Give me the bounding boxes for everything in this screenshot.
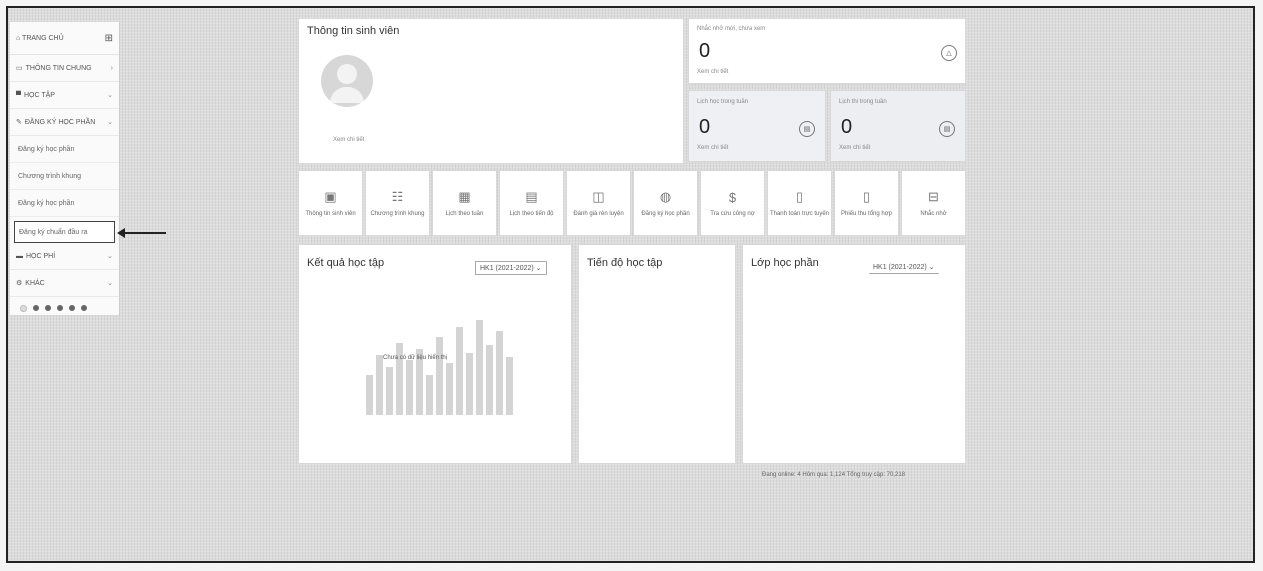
classes-card: Lớp học phần HK1 (2021-2022) ⌄ <box>742 244 966 464</box>
weekly-schedule-detail-link[interactable]: Xem chi tiết <box>697 145 728 151</box>
quick-access-tiles: ▣ Thông tin sinh viên ☷ Chương trình khung… <box>298 170 966 236</box>
graduation-icon: ▀ <box>16 91 21 99</box>
calendar-week-icon: ▦ <box>458 189 471 204</box>
notification-detail-link[interactable]: Xem chi tiết <box>697 69 728 75</box>
chevron-down-icon: ⌄ <box>928 264 935 271</box>
chevron-down-icon: ⌄ <box>107 253 113 260</box>
network-icon: ☷ <box>391 189 404 204</box>
student-info-title: Thông tin sinh viên <box>307 25 400 37</box>
theme-dot[interactable] <box>69 305 75 311</box>
chevron-down-icon: ⌄ <box>107 280 113 287</box>
sidebar-subitem-register-course-2[interactable]: Đăng ký học phần <box>10 190 119 217</box>
card-icon: ▬ <box>16 252 23 260</box>
chevron-right-icon: › <box>110 64 113 72</box>
calendar-icon: ▤ <box>799 121 815 137</box>
tile-training-evaluation[interactable]: ◫ Đánh giá rèn luyện <box>566 170 631 236</box>
tile-student-info[interactable]: ▣ Thông tin sinh viên <box>298 170 363 236</box>
theme-dot[interactable] <box>33 305 39 311</box>
inbox-icon: ⊟ <box>928 189 939 204</box>
sidebar-home[interactable]: ⌂ TRANG CHỦ <box>16 35 64 42</box>
student-info-detail-link[interactable]: Xem chi tiết <box>333 137 364 143</box>
notification-count: 0 <box>699 40 711 62</box>
annotation-arrow-head <box>117 228 125 238</box>
calendar-progress-icon: ▤ <box>525 189 538 204</box>
notification-label: Nhắc nhở mới, chưa xem <box>697 26 766 32</box>
monitor-icon: ▭ <box>16 65 23 72</box>
sidebar-item-general-info[interactable]: ▭ THÔNG TIN CHUNG › <box>10 55 119 82</box>
columns-icon: ◫ <box>592 189 605 204</box>
sidebar: ⌂ TRANG CHỦ ⊞ ▭ THÔNG TIN CHUNG › ▀ HỌC TẬ… <box>10 22 120 315</box>
grid-menu-icon[interactable]: ⊞ <box>105 33 113 44</box>
tile-curriculum[interactable]: ☷ Chương trình khung <box>365 170 430 236</box>
theme-dot[interactable] <box>81 305 87 311</box>
weekly-exam-detail-link[interactable]: Xem chi tiết <box>839 145 870 151</box>
theme-dots <box>10 297 119 320</box>
bell-icon: △ <box>941 45 957 61</box>
receipt-icon: ▯ <box>862 189 871 204</box>
notification-card: Nhắc nhở mới, chưa xem 0 Xem chi tiết △ <box>688 18 966 84</box>
sidebar-subitem-register-course[interactable]: Đăng ký học phần <box>10 136 119 163</box>
weekly-schedule-count: 0 <box>699 116 711 138</box>
id-card-icon: ▣ <box>324 189 337 204</box>
weekly-exam-label: Lịch thi trong tuần <box>839 99 887 105</box>
tile-debt-lookup[interactable]: $ Tra cứu công nợ <box>700 170 765 236</box>
classes-term-select[interactable]: HK1 (2021-2022) ⌄ <box>869 261 939 274</box>
student-info-card: Thông tin sinh viên Xem chi tiết <box>298 18 684 164</box>
dollar-icon: $ <box>728 189 737 205</box>
visitor-stats: Đang online: 4 Hôm qua: 1,124 Tổng truy … <box>762 472 905 478</box>
weekly-exam-card: Lịch thi trong tuần 0 Xem chi tiết ▤ <box>830 90 966 162</box>
sidebar-item-course-registration[interactable]: ✎ ĐĂNG KÝ HỌC PHẦN ⌄ <box>10 109 119 136</box>
progress-title: Tiến độ học tập <box>587 257 663 269</box>
tile-receipt-summary[interactable]: ▯ Phiếu thu tổng hợp <box>834 170 899 236</box>
sidebar-item-study[interactable]: ▀ HỌC TẬP ⌄ <box>10 82 119 109</box>
tile-progress-schedule[interactable]: ▤ Lịch theo tiến độ <box>499 170 564 236</box>
annotation-arrow <box>120 232 166 234</box>
avatar <box>321 55 373 107</box>
results-card: Kết quả học tập HK1 (2021-2022) ⌄ Chưa c… <box>298 244 572 464</box>
theme-dot[interactable] <box>57 305 63 311</box>
edit-icon: ✎ <box>16 119 22 126</box>
results-no-data: Chưa có dữ liệu hiển thị <box>383 355 448 361</box>
document-icon: ▯ <box>795 189 804 204</box>
tile-course-registration[interactable]: ◍ Đăng ký học phần <box>633 170 698 236</box>
sidebar-item-other[interactable]: ⚙ KHÁC ⌄ <box>10 270 119 297</box>
tile-reminders[interactable]: ⊟ Nhắc nhở <box>901 170 966 236</box>
theme-dot[interactable] <box>20 305 27 312</box>
results-term-select[interactable]: HK1 (2021-2022) ⌄ <box>475 261 547 275</box>
sidebar-subitem-curriculum[interactable]: Chương trình khung <box>10 163 119 190</box>
chevron-down-icon: ⌄ <box>107 92 113 99</box>
gear-icon: ⚙ <box>16 280 23 287</box>
results-chart-placeholder <box>319 275 559 415</box>
sidebar-subitem-output-standard[interactable]: Đăng ký chuẩn đầu ra <box>14 221 115 243</box>
progress-card: Tiến độ học tập <box>578 244 736 464</box>
sidebar-item-tuition[interactable]: ▬ HỌC PHÍ ⌄ <box>10 243 119 270</box>
weekly-schedule-label: Lịch học trong tuần <box>697 99 749 105</box>
sidebar-header: ⌂ TRANG CHỦ ⊞ <box>10 22 119 55</box>
tile-online-payment[interactable]: ▯ Thanh toán trực tuyến <box>767 170 832 236</box>
theme-dot[interactable] <box>45 305 51 311</box>
calendar-icon: ▤ <box>939 121 955 137</box>
tile-weekly-schedule[interactable]: ▦ Lịch theo tuần <box>432 170 497 236</box>
weekly-schedule-card: Lịch học trong tuần 0 Xem chi tiết ▤ <box>688 90 826 162</box>
chevron-down-icon: ⌄ <box>107 119 113 126</box>
globe-icon: ◍ <box>659 189 672 204</box>
weekly-exam-count: 0 <box>841 116 853 138</box>
chevron-down-icon: ⌄ <box>535 265 542 272</box>
